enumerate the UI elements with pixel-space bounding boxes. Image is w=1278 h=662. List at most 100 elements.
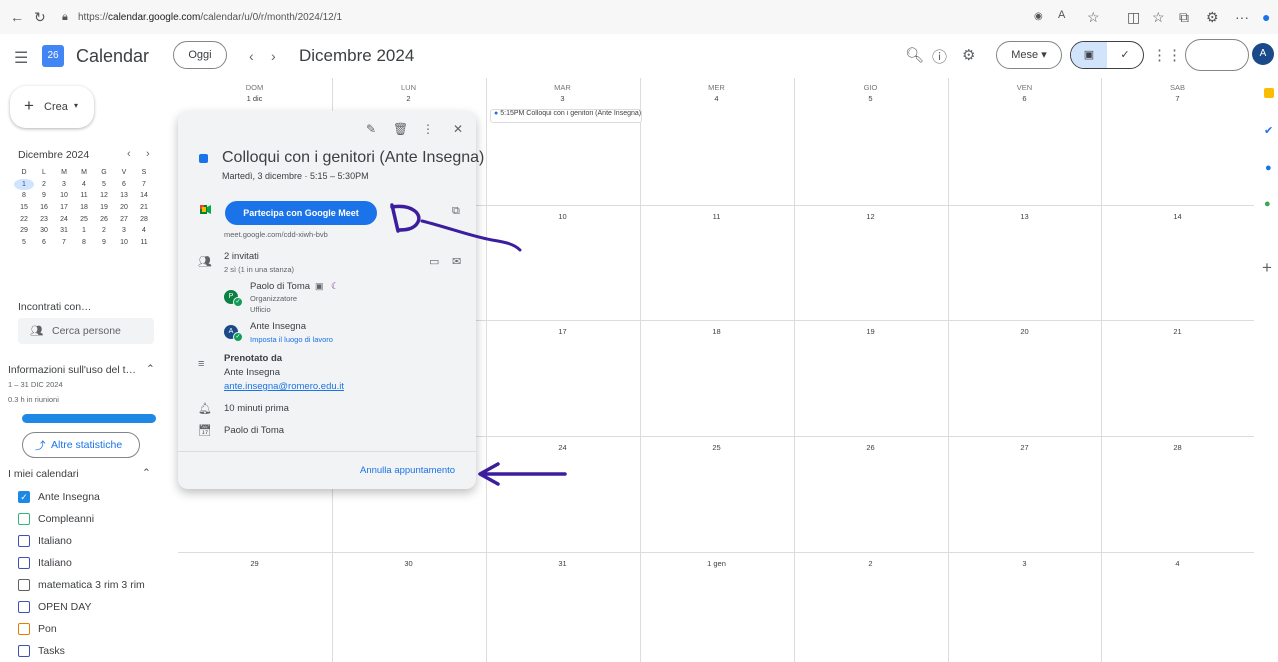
collections-icon[interactable]: ⧉	[1179, 9, 1189, 26]
mini-day[interactable]: 4	[134, 225, 154, 237]
extensions-icon[interactable]: ⚙	[1206, 9, 1219, 26]
delete-icon[interactable]: 🗑︎	[393, 122, 408, 136]
mini-day[interactable]: 15	[14, 202, 34, 214]
mini-day[interactable]: 3	[114, 225, 134, 237]
next-month-icon[interactable]: ›	[271, 48, 276, 64]
mini-day[interactable]: 1	[14, 178, 34, 191]
mini-day[interactable]: 17	[54, 202, 74, 214]
day-number[interactable]: 18	[640, 327, 793, 336]
day-number[interactable]: 13	[948, 212, 1101, 221]
mini-day[interactable]: 3	[54, 179, 74, 191]
day-number[interactable]: 6	[948, 94, 1101, 103]
mini-day[interactable]: 22	[14, 214, 34, 226]
settings-icon[interactable]: ⚙	[962, 46, 975, 64]
mini-day[interactable]: 7	[54, 237, 74, 249]
checkbox-icon[interactable]	[18, 557, 30, 569]
site-info-icon[interactable]: ◉	[1034, 11, 1043, 22]
day-number[interactable]: 4	[640, 94, 793, 103]
mini-day[interactable]: 18	[74, 202, 94, 214]
mini-day[interactable]: 24	[54, 214, 74, 226]
tasks-icon[interactable]: ✔	[1264, 124, 1273, 137]
day-number[interactable]: 12	[794, 212, 947, 221]
copy-icon[interactable]: ⧉	[452, 205, 460, 218]
copilot-icon[interactable]: ●	[1262, 9, 1270, 25]
mini-day[interactable]: 20	[114, 202, 134, 214]
day-number[interactable]: 11	[640, 212, 793, 221]
day-number[interactable]: 3	[948, 559, 1101, 568]
mini-day[interactable]: 4	[74, 179, 94, 191]
close-icon[interactable]: ✕	[453, 122, 463, 136]
collapse-calendars-icon[interactable]: ⌃	[142, 467, 151, 479]
edit-icon[interactable]: ✎	[366, 122, 376, 136]
prev-month-icon[interactable]: ‹	[249, 48, 254, 64]
split-screen-icon[interactable]: ◫	[1127, 9, 1140, 26]
checkbox-checked-icon[interactable]: ✓	[18, 491, 30, 503]
email-icon[interactable]: ✉	[452, 255, 461, 268]
day-number[interactable]: 2	[332, 94, 485, 103]
reload-icon[interactable]: ↻	[34, 9, 46, 26]
collapse-icon[interactable]: ⌃	[146, 363, 155, 375]
usage-heading[interactable]: Informazioni sull'uso del t…	[8, 364, 136, 376]
mini-day[interactable]: 12	[94, 190, 114, 202]
contacts-icon[interactable]: ●	[1265, 162, 1272, 174]
search-people-input[interactable]: 👥︎ Cerca persone	[18, 318, 154, 344]
mini-day[interactable]: 27	[114, 214, 134, 226]
today-button[interactable]: Oggi	[173, 41, 227, 69]
mini-day[interactable]: 5	[14, 237, 34, 249]
back-icon[interactable]: ←	[10, 9, 24, 25]
day-number[interactable]: 29	[178, 559, 331, 568]
guest1-name[interactable]: Paolo di Toma	[250, 281, 310, 292]
keep-icon[interactable]	[1264, 88, 1274, 98]
mini-day[interactable]: 28	[134, 214, 154, 226]
day-number[interactable]: 3	[486, 94, 639, 103]
set-workplace-link[interactable]: Imposta il luogo di lavoro	[250, 335, 333, 344]
add-addon-icon[interactable]: +	[1262, 258, 1272, 278]
day-number[interactable]: 10	[486, 212, 639, 221]
mini-day[interactable]: 26	[94, 214, 114, 226]
view-select[interactable]: Mese ▾	[996, 41, 1062, 69]
day-number[interactable]: 5	[794, 94, 947, 103]
checkbox-icon[interactable]	[18, 535, 30, 547]
day-number[interactable]: 21	[1101, 327, 1254, 336]
favorites-icon[interactable]: ☆	[1152, 9, 1165, 26]
mini-day[interactable]: 2	[94, 225, 114, 237]
help-icon[interactable]: ⓘ	[932, 46, 947, 67]
mini-day[interactable]: 30	[34, 225, 54, 237]
mini-day[interactable]: 8	[14, 190, 34, 202]
day-number[interactable]: 7	[1101, 94, 1254, 103]
mini-day[interactable]: 11	[74, 190, 94, 202]
day-number[interactable]: 19	[794, 327, 947, 336]
join-meet-button[interactable]: Partecipa con Google Meet	[225, 201, 377, 225]
guest2-name[interactable]: Ante Insegna	[250, 321, 306, 332]
mini-day[interactable]: 11	[134, 237, 154, 249]
my-calendars-heading[interactable]: I miei calendari	[8, 468, 79, 480]
favorite-star-icon[interactable]: ☆	[1087, 9, 1100, 26]
mini-prev-icon[interactable]: ‹	[127, 148, 131, 160]
event-chip[interactable]: ● 5:15PM Colloqui con i genitori (Ante In…	[490, 109, 642, 123]
options-icon[interactable]: ⋮	[422, 122, 434, 136]
mini-day[interactable]: 6	[34, 237, 54, 249]
checkbox-icon[interactable]	[18, 513, 30, 525]
mini-day[interactable]: 14	[134, 190, 154, 202]
day-number[interactable]: 1 gen	[640, 559, 793, 568]
day-number[interactable]: 27	[948, 443, 1101, 452]
org-logo-button[interactable]	[1185, 39, 1249, 71]
more-icon[interactable]: ···	[1235, 9, 1249, 25]
read-aloud-icon[interactable]: A	[1058, 9, 1065, 21]
day-number[interactable]: 24	[486, 443, 639, 452]
mini-day[interactable]: 9	[94, 237, 114, 249]
mini-day[interactable]: 21	[134, 202, 154, 214]
day-number[interactable]: 20	[948, 327, 1101, 336]
day-number[interactable]: 17	[486, 327, 639, 336]
mini-day[interactable]: 29	[14, 225, 34, 237]
day-number[interactable]: 26	[794, 443, 947, 452]
mini-day[interactable]: 16	[34, 202, 54, 214]
main-menu-icon[interactable]: ☰	[14, 48, 28, 68]
day-number[interactable]: 4	[1101, 559, 1254, 568]
mini-day[interactable]: 31	[54, 225, 74, 237]
mini-day[interactable]: 13	[114, 190, 134, 202]
checkbox-icon[interactable]	[18, 601, 30, 613]
account-avatar[interactable]: A	[1252, 43, 1274, 65]
mini-day[interactable]: 19	[94, 202, 114, 214]
search-icon[interactable]: 🔍︎	[905, 46, 924, 64]
